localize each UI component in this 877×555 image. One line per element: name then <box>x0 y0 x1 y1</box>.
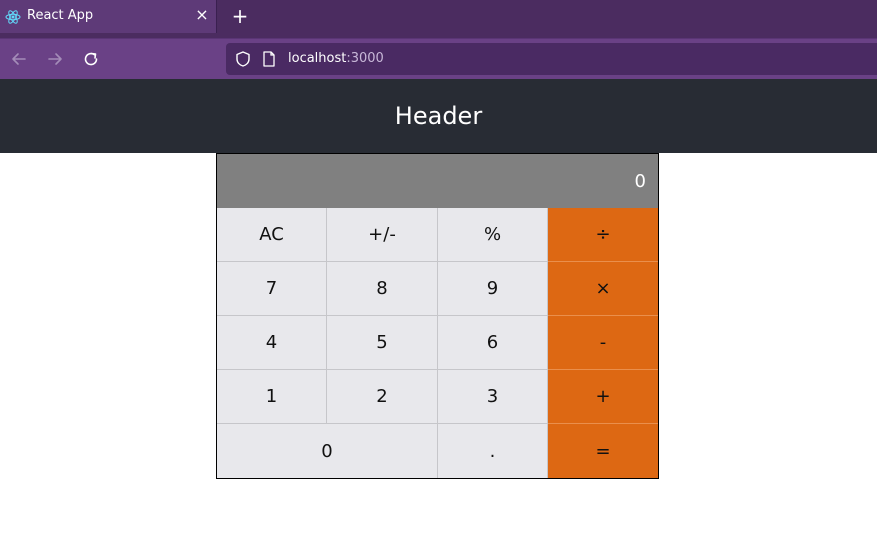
clear-button[interactable]: AC <box>217 208 327 262</box>
digit-3-button[interactable]: 3 <box>438 370 548 424</box>
divide-button[interactable]: ÷ <box>548 208 658 262</box>
percent-button[interactable]: % <box>438 208 548 262</box>
tab-title: React App <box>27 8 94 23</box>
browser-navbar: localhost:3000 <box>0 38 877 79</box>
forward-arrow-icon[interactable] <box>44 48 66 70</box>
shield-icon[interactable] <box>234 50 252 68</box>
digit-5-button[interactable]: 5 <box>327 316 438 370</box>
back-arrow-icon[interactable] <box>8 48 30 70</box>
new-tab-icon[interactable]: + <box>229 5 251 27</box>
url-port: :3000 <box>346 51 384 66</box>
reload-icon[interactable] <box>80 48 102 70</box>
keypad: AC +/- % ÷ 7 8 9 × 4 5 6 - 1 2 3 + 0 . = <box>217 208 658 478</box>
digit-0-button[interactable]: 0 <box>217 424 438 478</box>
url-host: localhost <box>288 51 347 66</box>
url-bar[interactable]: localhost:3000 <box>226 43 877 75</box>
page-title: Header <box>394 102 483 130</box>
decimal-button[interactable]: . <box>438 424 548 478</box>
page-icon[interactable] <box>262 51 276 67</box>
app-header: Header <box>0 79 877 153</box>
plus-button[interactable]: + <box>548 370 658 424</box>
digit-9-button[interactable]: 9 <box>438 262 548 316</box>
digit-6-button[interactable]: 6 <box>438 316 548 370</box>
digit-7-button[interactable]: 7 <box>217 262 327 316</box>
minus-button[interactable]: - <box>548 316 658 370</box>
sign-toggle-button[interactable]: +/- <box>327 208 438 262</box>
calculator: 0 AC +/- % ÷ 7 8 9 × 4 5 6 - 1 2 3 + 0 .… <box>216 153 659 479</box>
browser-tab[interactable]: React App × <box>0 0 217 33</box>
digit-4-button[interactable]: 4 <box>217 316 327 370</box>
close-tab-icon[interactable]: × <box>193 6 211 24</box>
display-value: 0 <box>634 170 646 192</box>
digit-2-button[interactable]: 2 <box>327 370 438 424</box>
react-logo-icon <box>5 10 21 24</box>
multiply-button[interactable]: × <box>548 262 658 316</box>
calculator-display: 0 <box>217 154 658 208</box>
browser-tabbar: React App × + <box>0 0 877 38</box>
equals-button[interactable]: = <box>548 424 658 478</box>
digit-1-button[interactable]: 1 <box>217 370 327 424</box>
url-text[interactable]: localhost:3000 <box>288 51 384 66</box>
digit-8-button[interactable]: 8 <box>327 262 438 316</box>
